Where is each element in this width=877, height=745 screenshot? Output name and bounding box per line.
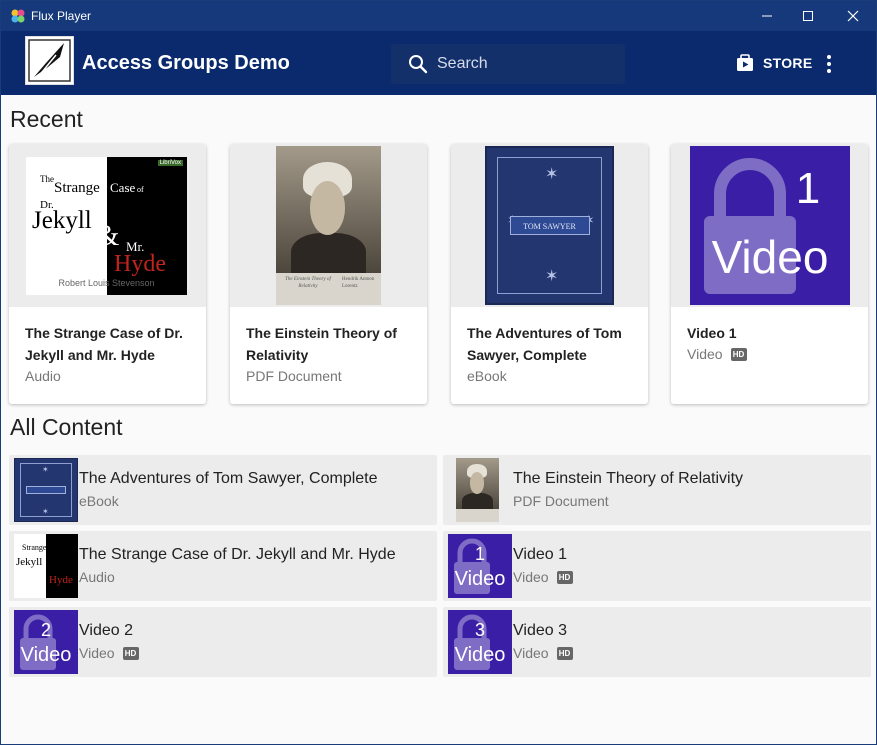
einstein-cover-thumbnail: The Einstein Theory of Relativity Hendri… <box>276 146 381 305</box>
maximize-button[interactable] <box>785 1 831 31</box>
content-list-item[interactable]: The Einstein Theory of Relativity PDF Do… <box>443 455 871 525</box>
hd-badge: HD <box>122 646 139 660</box>
more-options-button[interactable] <box>819 51 839 77</box>
item-type: PDF Document <box>513 493 609 509</box>
card-title: The Einstein Theory of Relativity <box>246 325 397 363</box>
store-button[interactable]: STORE <box>735 51 812 75</box>
search-input[interactable] <box>437 50 617 78</box>
hd-badge: HD <box>730 347 747 361</box>
app-title: Access Groups Demo <box>82 52 290 74</box>
recent-card[interactable]: ✶ ✶ ✶ ✶ TOM SAWYER The Adventures of Tom… <box>451 144 648 404</box>
hd-badge: HD <box>556 570 573 584</box>
item-type: Video HD <box>79 645 139 661</box>
jekyll-cover-thumbnail: LibriVox The Strange Case of Dr. Jekyll … <box>26 157 187 295</box>
tom-sawyer-cover-thumbnail: ✶ ✶ ✶ ✶ TOM SAWYER <box>485 146 614 305</box>
title-bar[interactable]: Flux Player <box>1 1 876 31</box>
item-title: The Adventures of Tom Sawyer, Complete <box>79 470 378 487</box>
maximize-icon <box>803 11 813 21</box>
card-type: Audio <box>25 368 61 384</box>
search-box[interactable] <box>391 44 625 84</box>
card-type: Video HD <box>687 346 747 362</box>
more-vert-icon <box>827 55 831 73</box>
video-thumbnail: 1 Video <box>448 534 512 598</box>
video-thumbnail: 3 Video <box>448 610 512 674</box>
card-thumbnail-area: ✶ ✶ ✶ ✶ TOM SAWYER <box>451 144 648 307</box>
jekyll-thumbnail: Strange Jekyll Hyde <box>14 534 78 598</box>
item-title: Video 2 <box>79 622 133 639</box>
recent-card[interactable]: 1 Video Video 1 Video HD <box>671 144 868 404</box>
card-thumbnail-area: The Einstein Theory of Relativity Hendri… <box>230 144 427 307</box>
card-title: The Strange Case of Dr. Jekyll and Mr. H… <box>25 325 183 363</box>
item-type: Video HD <box>513 569 573 585</box>
app-logo-icon <box>11 9 25 23</box>
search-icon <box>409 55 428 74</box>
content-list-item[interactable]: 3 Video Video 3 Video HD <box>443 607 871 677</box>
einstein-thumbnail <box>456 458 499 522</box>
window-title: Flux Player <box>31 9 92 23</box>
recent-card[interactable]: The Einstein Theory of Relativity Hendri… <box>230 144 427 404</box>
brand-logo[interactable] <box>25 36 74 85</box>
card-title: Video 1 <box>687 325 737 341</box>
content-list-item[interactable]: 1 Video Video 1 Video HD <box>443 531 871 601</box>
item-title: Video 3 <box>513 622 567 639</box>
recent-card[interactable]: LibriVox The Strange Case of Dr. Jekyll … <box>9 144 206 404</box>
app-window: Flux Player Access Groups Demo Search ST… <box>0 0 877 745</box>
item-type: Audio <box>79 569 115 585</box>
item-title: Video 1 <box>513 546 567 563</box>
close-icon <box>847 10 859 22</box>
content-list-item[interactable]: ✶ ✶ The Adventures of Tom Sawyer, Comple… <box>9 455 437 525</box>
quill-logo-icon <box>28 39 71 82</box>
card-thumbnail-area: 1 Video <box>671 144 868 307</box>
card-title: The Adventures of Tom Sawyer, Complete <box>467 325 622 363</box>
minimize-icon <box>762 15 772 17</box>
app-header: Access Groups Demo STORE <box>1 31 876 95</box>
store-icon <box>737 54 753 71</box>
recent-heading: Recent <box>10 106 83 132</box>
card-type: eBook <box>467 368 507 384</box>
video-thumbnail: 1 Video <box>690 146 850 305</box>
video-thumbnail: 2 Video <box>14 610 78 674</box>
card-type: PDF Document <box>246 368 342 384</box>
all-content-heading: All Content <box>10 414 123 440</box>
item-title: The Einstein Theory of Relativity <box>513 470 744 487</box>
item-title: The Strange Case of Dr. Jekyll and Mr. H… <box>79 546 396 563</box>
close-button[interactable] <box>830 1 876 31</box>
minimize-button[interactable] <box>744 1 790 31</box>
item-type: Video HD <box>513 645 573 661</box>
content-list-item[interactable]: 2 Video Video 2 Video HD <box>9 607 437 677</box>
hd-badge: HD <box>556 646 573 660</box>
item-type: eBook <box>79 493 119 509</box>
store-label: STORE <box>763 55 813 71</box>
content-list-item[interactable]: Strange Jekyll Hyde The Strange Case of … <box>9 531 437 601</box>
card-thumbnail-area: LibriVox The Strange Case of Dr. Jekyll … <box>9 144 206 307</box>
tom-sawyer-thumbnail: ✶ ✶ <box>14 458 78 522</box>
